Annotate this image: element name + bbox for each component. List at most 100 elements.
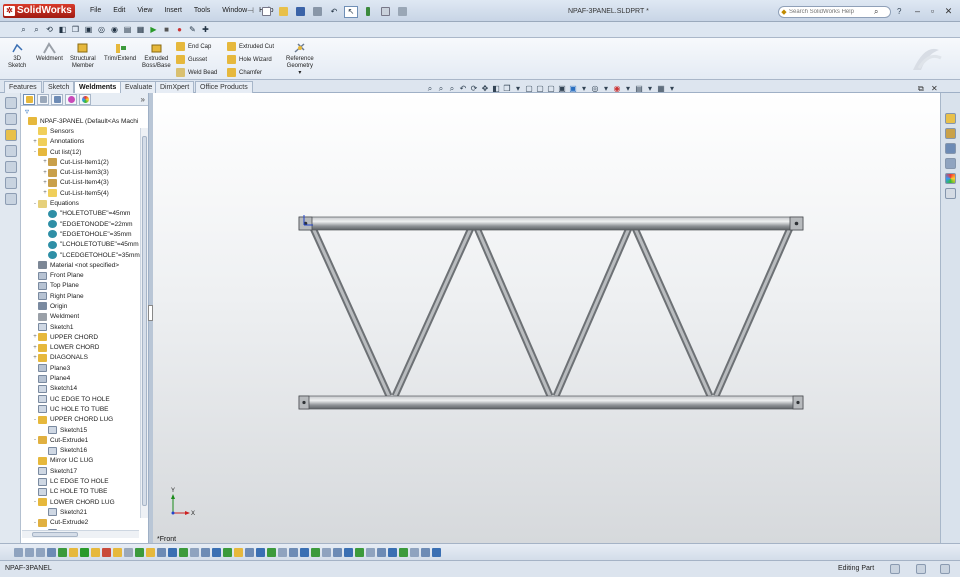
trim-extend-button[interactable]: Trim/Extend [104,42,136,63]
tree-item[interactable]: Plane3 [22,363,148,373]
bottom-tool-icon[interactable] [223,547,232,557]
bottom-tool-icon[interactable] [377,547,386,557]
bottom-tool-icon[interactable] [25,547,34,557]
status-units-icon[interactable] [916,564,926,574]
chamfer-button[interactable]: Chamfer [227,67,262,78]
apply-scene-icon[interactable]: ▤ [122,24,133,35]
tree-item[interactable]: Weldment [22,312,148,322]
bottom-tool-icon[interactable] [410,547,419,557]
tree-item[interactable]: Sketch21 [22,507,148,517]
tree-item[interactable]: Sketch14 [22,384,148,394]
run-macro-icon[interactable]: ▶ [148,24,159,35]
upper-chord[interactable] [298,216,804,231]
tab-office-products[interactable]: Office Products [195,81,253,93]
structural-member-button[interactable]: Structural Member [70,42,96,70]
truss-model[interactable]: Y X [153,93,940,543]
tree-item[interactable]: "EDGETONODE"=22mm [22,219,148,229]
graphics-area[interactable]: Y X *Front [153,93,940,543]
help-icon[interactable]: ? [897,7,901,16]
tree-item[interactable]: LC EDGE TO HOLE [22,476,148,486]
bottom-tool-icon[interactable] [421,547,430,557]
save-icon[interactable] [293,6,307,18]
double-chevron-right-icon[interactable]: » [141,95,145,104]
bottom-tool-icon[interactable] [113,547,122,557]
bottom-tool-icon[interactable] [157,547,166,557]
pin-menu-icon[interactable]: ⊣ [247,6,257,16]
tree-item[interactable]: "EDGETOHOLE"=35mm [22,229,148,239]
strip-button-2[interactable] [5,113,17,125]
tree-item[interactable]: + DIAGONALS [22,353,148,363]
print-icon[interactable] [310,6,324,18]
tree-item[interactable]: + UPPER CHORD [22,332,148,342]
edit-appearance-icon[interactable]: ◉ [109,24,120,35]
gusset-button[interactable]: Gusset [176,54,207,65]
appearances-icon[interactable] [945,173,956,184]
property-manager-tab[interactable] [37,93,49,105]
lower-chord[interactable] [298,395,804,410]
macro-edit-icon[interactable]: ✎ [187,24,198,35]
record-macro-icon[interactable]: ● [174,24,185,35]
design-library-icon[interactable] [945,128,956,139]
strip-button-5[interactable] [5,161,17,173]
search-input[interactable] [789,9,874,15]
bottom-tool-icon[interactable] [289,547,298,557]
dimxpert-manager-tab[interactable] [65,93,77,105]
display-style-icon[interactable]: ▣ [83,24,94,35]
rebuild-icon[interactable] [361,6,375,18]
bottom-tool-icon[interactable] [366,547,375,557]
scrollbar-thumb[interactable] [32,532,78,537]
tree-item[interactable]: Sketch1 [22,322,148,332]
bottom-tool-icon[interactable] [91,547,100,557]
solidworks-logo[interactable]: ✲ SolidWorks [3,4,75,18]
tree-item[interactable]: NPAF-3PANEL (Default<As Machi [22,116,148,126]
hide-show-icon[interactable]: ◎ [96,24,107,35]
section-view-icon[interactable]: ◧ [57,24,68,35]
status-help-icon[interactable] [940,564,950,574]
bottom-tool-icon[interactable] [190,547,199,557]
menu-tools[interactable]: Tools [188,5,216,17]
view-orientation-icon[interactable]: ❒ [70,24,81,35]
bottom-tool-icon[interactable] [14,547,23,557]
tree-item[interactable]: - UPPER CHORD LUG [22,415,148,425]
bottom-tool-icon[interactable] [355,547,364,557]
bottom-tool-icon[interactable] [245,547,254,557]
bottom-tool-icon[interactable] [344,547,353,557]
bottom-tool-icon[interactable] [388,547,397,557]
hole-wizard-button[interactable]: Hole Wizard [227,54,272,65]
status-rebuild-icon[interactable] [890,564,900,574]
configuration-manager-tab[interactable] [51,93,63,105]
tree-item[interactable]: - LOWER CHORD LUG [22,497,148,507]
tree-vertical-scrollbar[interactable] [140,128,148,518]
view-palette-icon[interactable] [945,158,956,169]
tree-item[interactable]: + Cut-List-Item3(3) [22,167,148,177]
restore-icon[interactable]: ▫ [926,5,939,17]
close-icon[interactable]: ✕ [942,5,955,17]
tree-item[interactable]: - Cut list(12) [22,147,148,157]
tree-item[interactable]: "LCEDGETOHOLE"=35mm [22,250,148,260]
tree-item[interactable]: Sensors [22,126,148,136]
extruded-boss-button[interactable]: Extruded Boss/Base [142,42,171,70]
stop-macro-icon[interactable]: ■ [161,24,172,35]
tree-item[interactable]: Mirror UC LUG [22,456,148,466]
tree-item[interactable]: Plane4 [22,373,148,383]
bottom-tool-icon[interactable] [135,547,144,557]
bottom-tool-icon[interactable] [124,547,133,557]
bottom-tool-icon[interactable] [432,547,441,557]
tree-item[interactable]: Sketch16 [22,446,148,456]
chevron-down-icon[interactable]: ▾ [298,70,301,77]
bottom-tool-icon[interactable] [300,547,309,557]
tree-item[interactable]: - Cut-Extrude2 [22,518,148,528]
bottom-tool-icon[interactable] [399,547,408,557]
strip-button-1[interactable] [5,97,17,109]
extruded-cut-button[interactable]: Extruded Cut [227,41,274,52]
menu-file[interactable]: File [84,5,107,17]
menu-insert[interactable]: Insert [158,5,188,17]
tree-item[interactable]: "HOLETOTUBE"=45mm [22,209,148,219]
select-arrow-icon[interactable]: ↖ [344,5,358,18]
tab-evaluate[interactable]: Evaluate [120,81,158,93]
tab-features[interactable]: Features [4,81,42,93]
tree-item[interactable]: Origin [22,301,148,311]
bottom-tool-icon[interactable] [168,547,177,557]
minimize-icon[interactable]: – [911,5,924,17]
tree-item[interactable]: "LCHOLETOTUBE"=45mm [22,240,148,250]
